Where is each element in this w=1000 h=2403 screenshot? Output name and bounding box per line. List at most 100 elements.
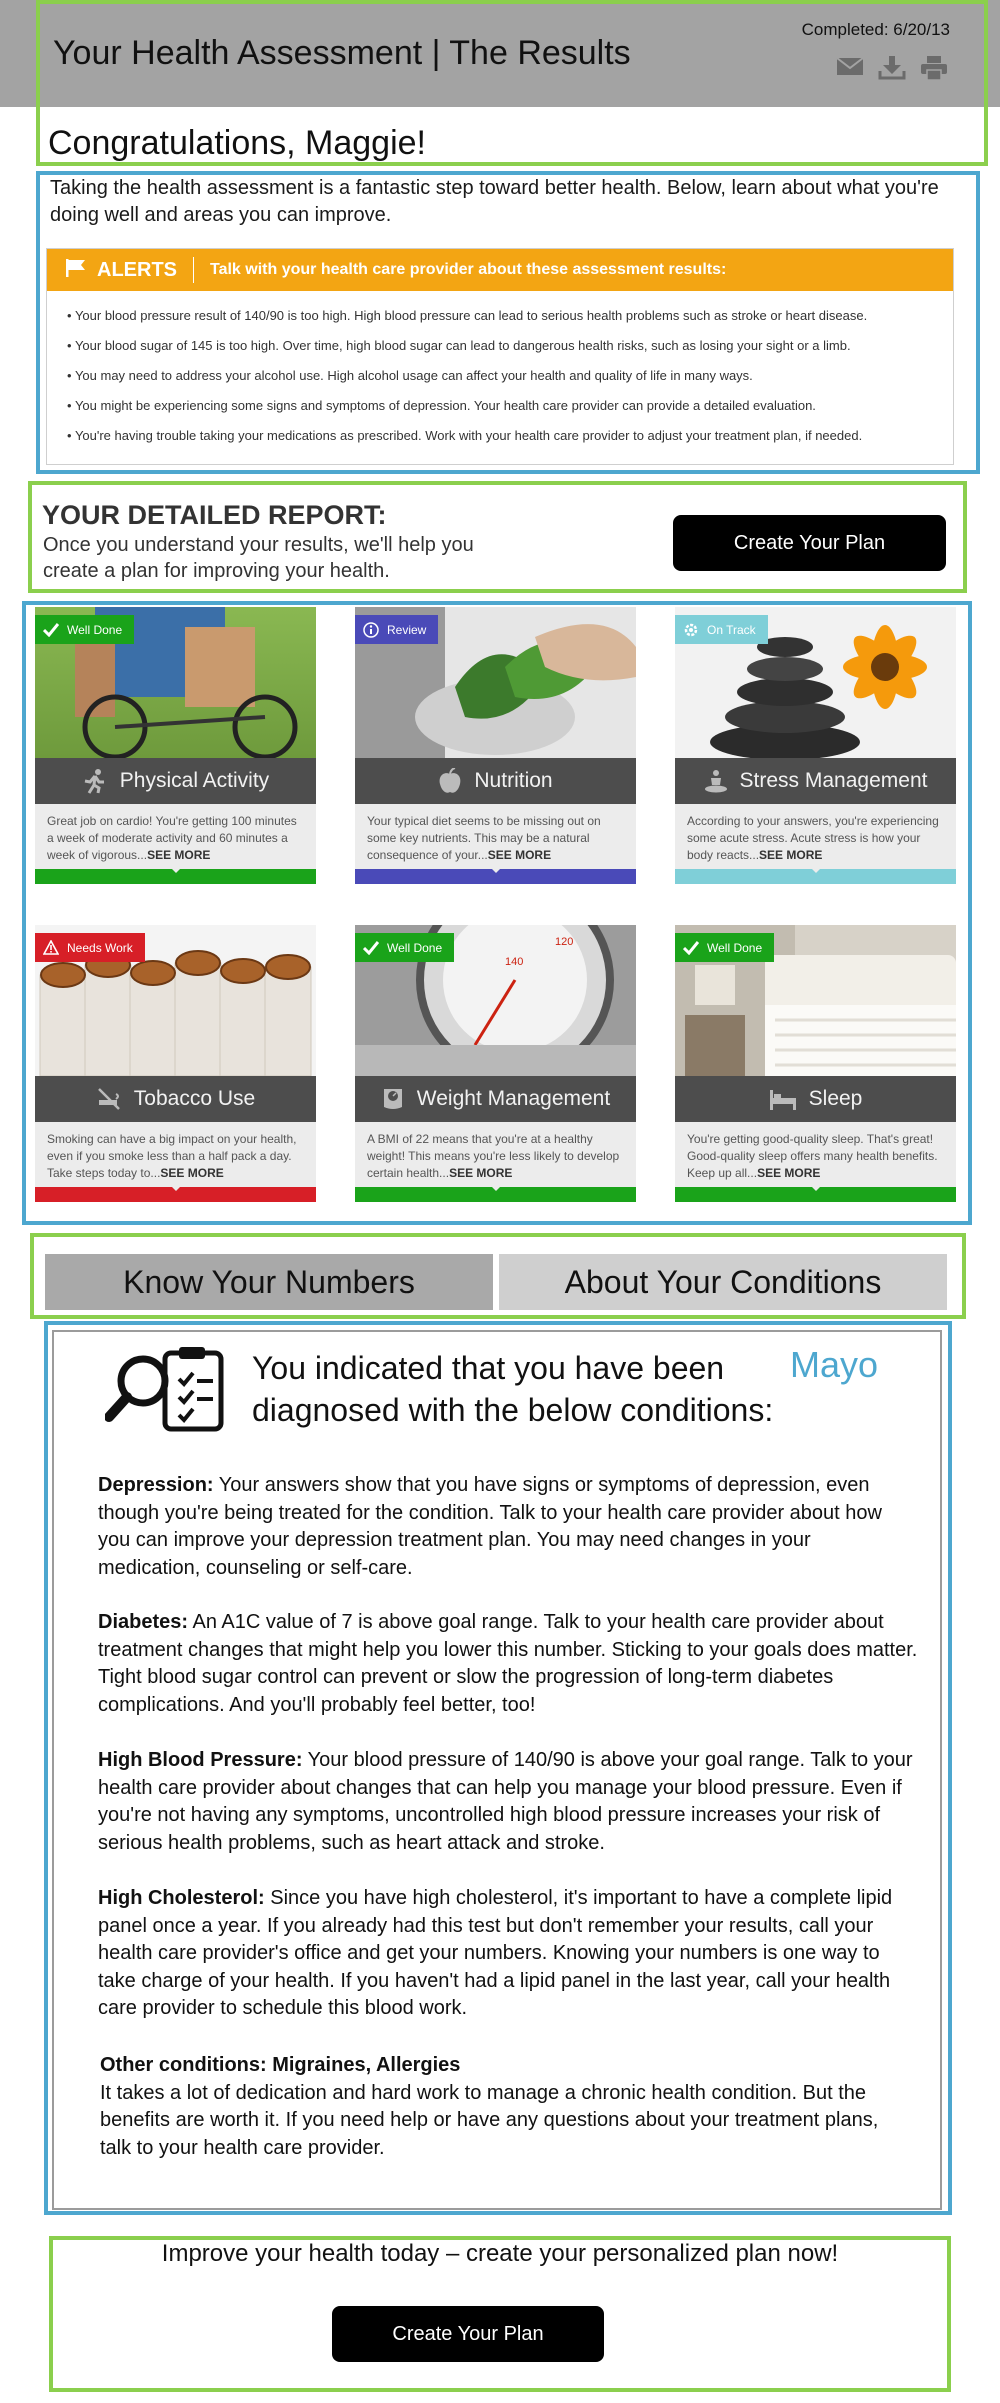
card-title-text: Stress Management — [739, 769, 928, 792]
no-smoking-icon — [97, 1088, 120, 1110]
header-actions — [836, 56, 948, 80]
status-badge: Well Done — [355, 933, 455, 962]
badge-label: On Track — [707, 622, 756, 637]
mail-icon[interactable] — [836, 56, 864, 80]
condition-heading: High Blood Pressure: — [98, 1749, 303, 1771]
condition-heading: High Cholesterol: — [98, 1887, 265, 1909]
checklist-magnifier-icon — [104, 1345, 227, 1440]
card-title-text: Physical Activity — [119, 769, 270, 792]
see-more-link[interactable]: SEE MORE — [449, 1166, 512, 1180]
create-plan-button[interactable]: Create Your Plan — [673, 515, 946, 571]
card-description: Smoking can have a big impact on your he… — [35, 1122, 316, 1187]
scale-icon — [383, 1089, 402, 1109]
svg-text:140: 140 — [505, 956, 523, 968]
condition-body: It takes a lot of dedication and hard wo… — [100, 2081, 879, 2159]
see-more-link[interactable]: SEE MORE — [160, 1166, 223, 1180]
check-icon — [363, 940, 379, 955]
card-description: Great job on cardio! You're getting 100 … — [35, 804, 316, 869]
condition-high-blood-pressure: High Blood Pressure: Your blood pressure… — [98, 1747, 918, 1857]
card-notch — [490, 867, 502, 873]
card-description: You're getting good-quality sleep. That'… — [675, 1122, 956, 1187]
print-icon[interactable] — [920, 56, 948, 80]
card-title: Physical Activity — [35, 758, 316, 804]
condition-high-cholesterol: High Cholesterol: Since you have high ch… — [98, 1885, 918, 2023]
status-badge: Review — [355, 615, 439, 644]
badge-label: Needs Work — [67, 940, 133, 955]
alert-item: You're having trouble taking your medica… — [67, 425, 953, 455]
svg-text:120: 120 — [555, 936, 573, 948]
card-description: Your typical diet seems to be missing ou… — [355, 804, 636, 869]
card-description: According to your answers, you're experi… — [675, 804, 956, 869]
apple-icon — [439, 768, 461, 793]
condition-body: Your answers show that you have signs or… — [98, 1474, 882, 1579]
greeting: Congratulations, Maggie! — [48, 124, 427, 162]
card-title-text: Sleep — [808, 1087, 863, 1110]
card-title: Nutrition — [355, 758, 636, 804]
see-more-link[interactable]: SEE MORE — [759, 848, 822, 862]
see-more-link[interactable]: SEE MORE — [757, 1166, 820, 1180]
card-stress-management[interactable]: On Track Stress Management According to … — [675, 607, 956, 884]
check-icon — [683, 940, 699, 955]
alerts-list: Your blood pressure result of 140/90 is … — [47, 291, 953, 455]
card-sleep[interactable]: Well Done Sleep You're getting good-qual… — [675, 925, 956, 1202]
report-title: YOUR DETAILED REPORT: — [42, 500, 387, 530]
report-subtitle: Once you understand your results, we'll … — [43, 534, 474, 582]
alert-item: You may need to address your alcohol use… — [67, 365, 953, 395]
alerts-panel: ALERTS Talk with your health care provid… — [46, 248, 954, 465]
card-notch — [170, 867, 182, 873]
badge-label: Well Done — [387, 940, 443, 955]
tab-know-your-numbers[interactable]: Know Your Numbers — [45, 1254, 493, 1310]
card-notch — [490, 1185, 502, 1191]
intro-text: Taking the health assessment is a fantas… — [50, 177, 939, 226]
card-title-text: Tobacco Use — [133, 1087, 256, 1110]
condition-diabetes: Diabetes: An A1C value of 7 is above goa… — [98, 1609, 918, 1719]
tab-about-your-conditions[interactable]: About Your Conditions — [499, 1254, 947, 1310]
info-icon — [363, 621, 379, 638]
condition-heading: Diabetes: — [98, 1611, 189, 1633]
flag-icon — [65, 258, 87, 282]
badge-label: Well Done — [707, 940, 763, 955]
completed-date: Completed: 6/20/13 — [801, 20, 950, 39]
conditions-title: You indicated that you have been diagnos… — [252, 1350, 774, 1428]
card-nutrition[interactable]: Review Nutrition Your typical diet seems… — [355, 607, 636, 884]
mayo-note: Mayo — [790, 1344, 879, 1385]
bed-icon — [769, 1090, 796, 1110]
card-title: Stress Management — [675, 758, 956, 804]
status-badge: Needs Work — [35, 933, 145, 962]
meditation-icon — [704, 770, 727, 793]
card-notch — [170, 1185, 182, 1191]
card-title-text: Weight Management — [416, 1087, 611, 1110]
badge-label: Review — [387, 622, 427, 637]
alert-item: Your blood pressure result of 140/90 is … — [67, 305, 953, 335]
runner-icon — [84, 769, 104, 794]
condition-other: Other conditions: Migraines, Allergies I… — [100, 2052, 920, 2162]
alert-item: Your blood sugar of 145 is too high. Ove… — [67, 335, 953, 365]
page-title: Your Health Assessment | The Results — [53, 34, 631, 72]
card-title: Weight Management — [355, 1076, 636, 1122]
see-more-link[interactable]: SEE MORE — [488, 848, 551, 862]
download-icon[interactable] — [878, 56, 906, 80]
condition-heading: Other conditions: Migraines, Allergies — [100, 2054, 461, 2076]
card-tobacco-use[interactable]: Needs Work Tobacco Use Smoking can have … — [35, 925, 316, 1202]
alert-item: You might be experiencing some signs and… — [67, 395, 953, 425]
card-notch — [810, 867, 822, 873]
condition-depression: Depression: Your answers show that you h… — [98, 1472, 918, 1582]
status-badge: On Track — [675, 615, 768, 644]
card-title: Tobacco Use — [35, 1076, 316, 1122]
card-physical-activity[interactable]: Well Done Physical Activity Great job on… — [35, 607, 316, 884]
create-plan-button-bottom[interactable]: Create Your Plan — [332, 2306, 604, 2362]
status-badge: Well Done — [35, 615, 135, 644]
gear-icon — [684, 623, 698, 636]
alerts-header: ALERTS Talk with your health care provid… — [47, 249, 953, 291]
condition-body: An A1C value of 7 is above goal range. T… — [98, 1611, 918, 1716]
badge-label: Well Done — [67, 622, 123, 637]
card-weight-management[interactable]: 140 120 Well Done Weight Management A BM… — [355, 925, 636, 1202]
condition-heading: Depression: — [98, 1474, 214, 1496]
card-description: A BMI of 22 means that you're at a healt… — [355, 1122, 636, 1187]
alerts-title: ALERTS — [97, 257, 194, 283]
status-badge: Well Done — [675, 933, 775, 962]
see-more-link[interactable]: SEE MORE — [147, 848, 210, 862]
alerts-subtitle: Talk with your health care provider abou… — [210, 261, 727, 278]
card-notch — [810, 1185, 822, 1191]
card-title-text: Nutrition — [474, 769, 553, 792]
